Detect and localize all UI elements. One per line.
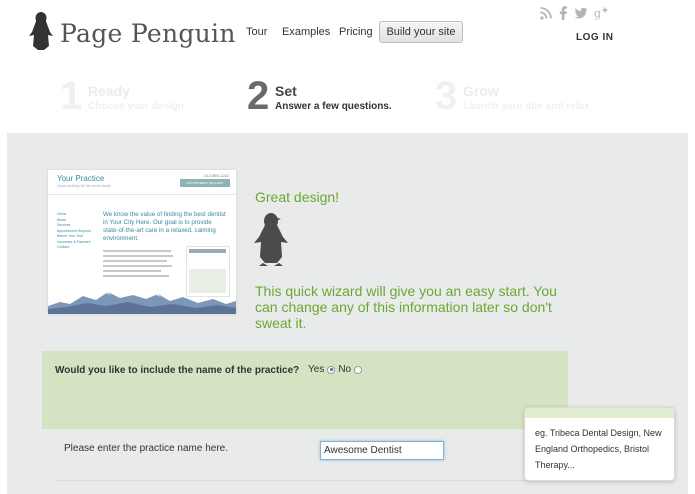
step-subtitle: Launch your site and relax — [463, 101, 590, 112]
step-title: Grow — [463, 83, 499, 99]
yes-radio[interactable] — [327, 365, 336, 374]
preview-mountains-image — [48, 292, 236, 314]
question-label: Would you like to include the name of th… — [55, 365, 300, 376]
preview-body-text — [103, 250, 173, 280]
svg-text:g: g — [594, 7, 601, 20]
logo[interactable]: Page Penguin — [28, 10, 236, 57]
tooltip-header — [525, 408, 674, 418]
no-label[interactable]: No — [338, 364, 351, 375]
practice-name-input[interactable] — [320, 441, 444, 460]
rss-icon[interactable] — [540, 6, 552, 20]
step-subtitle: Answer a few questions. — [275, 101, 392, 112]
google-plus-icon[interactable]: g — [594, 6, 608, 20]
row-divider — [55, 480, 565, 481]
step-number: 1 — [60, 74, 83, 118]
practice-name-label: Please enter the practice name here. — [64, 443, 228, 454]
hint-tooltip: eg. Tribeca Dental Design, New England O… — [524, 407, 675, 481]
nav-pricing-link[interactable]: Pricing — [339, 26, 373, 38]
logo-text: Page Penguin — [60, 18, 236, 48]
design-preview: Your Practice Good dentistry for the who… — [48, 170, 236, 314]
preview-divider — [48, 194, 236, 195]
penguin-mascot-icon — [253, 211, 289, 272]
nav-tour-link[interactable]: Tour — [246, 26, 267, 38]
preview-headline: We know the value of finding the best de… — [103, 211, 226, 242]
great-design-heading: Great design! — [255, 189, 340, 205]
preview-nav: Home About Services Appointment Request … — [57, 212, 97, 251]
step-number: 2 — [247, 74, 270, 118]
login-link[interactable]: LOG IN — [576, 32, 613, 43]
nav-examples-link[interactable]: Examples — [282, 26, 330, 38]
step-subtitle: Choose your design — [88, 101, 185, 112]
step-title: Set — [275, 83, 297, 99]
preview-site-name: Your Practice — [57, 174, 105, 183]
preview-phone: 212-555-1212 — [204, 173, 229, 178]
yes-label[interactable]: Yes — [308, 364, 324, 375]
build-your-site-button[interactable]: Build your site — [379, 21, 463, 43]
facebook-icon[interactable] — [558, 6, 568, 20]
question-box — [42, 351, 568, 429]
preview-tagline: Good dentistry for the whole family — [57, 184, 111, 188]
step-title: Ready — [88, 83, 131, 99]
social-links: g — [540, 6, 608, 20]
tooltip-text: eg. Tribeca Dental Design, New England O… — [535, 428, 662, 470]
practice-name-radio-group: Yes No — [308, 364, 365, 375]
penguin-logo-icon — [28, 10, 54, 57]
step-number: 3 — [435, 74, 458, 118]
preview-appointment-button: APPOINTMENT REQUEST — [180, 179, 230, 187]
preview-nav-item: Contact — [57, 245, 70, 249]
wizard-intro-text: This quick wizard will give you an easy … — [255, 283, 557, 331]
no-radio[interactable] — [354, 365, 363, 374]
twitter-icon[interactable] — [574, 6, 588, 20]
